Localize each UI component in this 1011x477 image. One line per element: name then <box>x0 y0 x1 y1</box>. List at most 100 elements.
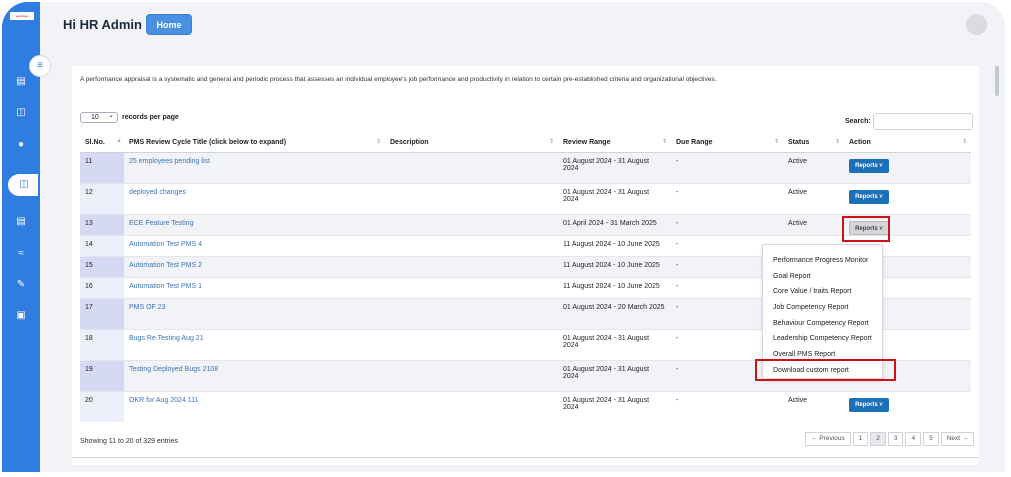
row-action: Reports ˅ <box>844 182 971 214</box>
row-title: ECE Feature Testing <box>124 213 385 235</box>
row-action: Reports ˅ <box>844 390 971 422</box>
row-status: Active <box>783 182 844 214</box>
row-review-range: 01 August 2024 - 31 August 2024 <box>563 188 650 203</box>
chevron-down-icon: ˅ <box>877 401 883 408</box>
avatar[interactable] <box>966 14 987 35</box>
records-per-page-label: records per page <box>122 114 179 121</box>
row-slno: 12 <box>80 182 124 214</box>
sort-icon: ⇕ <box>834 139 840 145</box>
dropdown-item[interactable]: Job Competency Report <box>763 300 882 316</box>
dropdown-item[interactable]: Behaviour Competency Report <box>763 316 882 332</box>
row-title-link[interactable]: deployed changes <box>129 189 186 196</box>
row-status: Active <box>788 396 808 404</box>
row-title: Automation Test PMS 1 <box>124 276 385 298</box>
row-title: Automation Test PMS 4 <box>124 234 385 256</box>
entries-info: Showing 11 to 20 of 329 entries <box>80 438 178 445</box>
scrollbar[interactable] <box>995 66 999 96</box>
row-title: 25 employees pending list <box>124 151 385 183</box>
row-status: Active <box>783 390 844 422</box>
row-review-range: 01 August 2024 - 31 August 2024 <box>558 390 671 422</box>
row-slno: 13 <box>85 219 93 227</box>
search-label: Search: <box>845 118 871 125</box>
sort-icon: ⇕ <box>548 139 554 145</box>
pager-next[interactable]: Next → <box>940 432 975 446</box>
row-title-link[interactable]: OKR for Aug 2024 111 <box>129 397 198 404</box>
col-status[interactable]: Status ⇕ <box>783 134 844 153</box>
pager-page-1[interactable]: 1 <box>852 432 869 446</box>
row-slno: 11 <box>80 151 124 183</box>
row-title: deployed changes <box>124 182 385 214</box>
page-greeting: Hi HR Admin <box>63 17 142 32</box>
col-review-range[interactable]: Review Range ⇕ <box>558 134 671 153</box>
row-title: OKR for Aug 2024 111 <box>124 390 385 422</box>
row-review-range: 11 August 2024 - 10 June 2025 <box>558 276 671 298</box>
row-title-link[interactable]: Automation Test PMS 4 <box>129 241 202 248</box>
pms-icon: ◫ <box>19 179 29 190</box>
row-title-link[interactable]: Automation Test PMS 1 <box>129 283 202 290</box>
row-title-link[interactable]: 25 employees pending list <box>129 158 210 165</box>
card-divider <box>72 457 979 458</box>
chevron-down-icon: ˅ <box>877 162 883 169</box>
reports-button[interactable]: Reports ˅ <box>849 158 889 173</box>
row-due-range: - <box>671 390 783 422</box>
row-status: Active <box>788 188 808 196</box>
col-description[interactable]: Description ⇕ <box>385 134 558 153</box>
reports-button[interactable]: Reports ˅ <box>849 189 889 204</box>
row-slno: 18 <box>80 328 124 360</box>
row-description <box>385 151 558 183</box>
row-title: Automation Test PMS 2 <box>124 255 385 277</box>
row-slno: 15 <box>80 255 124 277</box>
row-due-range: - <box>671 151 783 183</box>
dropdown-item[interactable]: Performance Progress Monitor <box>763 253 882 269</box>
pager-page-5[interactable]: 5 <box>923 432 939 446</box>
row-review-range: 01 August 2024 - 31 August 2024 <box>563 396 650 411</box>
sidebar-toggle-icon[interactable]: ≡ <box>29 55 51 77</box>
row-due-range: - <box>671 213 783 235</box>
row-title-link[interactable]: ECE Feature Testing <box>129 220 193 227</box>
row-due-range: - <box>676 188 679 196</box>
book-icon[interactable]: ◫ <box>14 106 28 120</box>
dropdown-item[interactable]: Core Value / traits Report <box>763 284 882 300</box>
dashboard-icon[interactable]: ▤ <box>14 75 28 89</box>
row-review-range: 11 August 2024 - 10 June 2025 <box>558 255 671 277</box>
search-input[interactable] <box>872 113 973 130</box>
handshake-icon[interactable]: ≈ <box>14 247 28 261</box>
search: Search: <box>845 113 973 130</box>
pager-page-3[interactable]: 3 <box>887 432 904 446</box>
col-due-range[interactable]: Due Range ⇕ <box>671 134 783 153</box>
dropdown-item[interactable]: Leadership Competency Report <box>763 331 882 347</box>
row-title-link[interactable]: PMS OF 23 <box>129 304 166 311</box>
col-action[interactable]: Action ⇕ <box>844 134 971 153</box>
row-review-range: 01 August 2024 - 20 March 2025 <box>558 297 671 329</box>
row-title-link[interactable]: Bugs Re Testing Aug 21 <box>129 335 204 342</box>
row-due-range: - <box>676 396 679 404</box>
row-title-link[interactable]: Testing Deployed Bugs 2108 <box>129 366 218 373</box>
highlight-reports-button <box>842 216 890 242</box>
highlight-download-custom-report <box>755 359 896 381</box>
row-review-range: 01 August 2024 - 20 March 2025 <box>563 303 665 311</box>
checklist-icon[interactable]: ✎ <box>14 278 28 292</box>
sort-asc-icon: ▲ <box>116 138 122 144</box>
row-title-link[interactable]: Automation Test PMS 2 <box>129 262 202 269</box>
dropdown-item[interactable]: Goal Report <box>763 269 882 285</box>
calendar-icon[interactable]: ▣ <box>14 309 28 323</box>
reports-button[interactable]: Reports ˅ <box>849 397 889 412</box>
row-due-range: - <box>676 219 679 227</box>
row-title: PMS OF 23 <box>124 297 385 329</box>
row-slno: 17 <box>85 303 93 311</box>
col-slno[interactable]: Sl.No. ▲ <box>80 134 124 153</box>
pager-page-2[interactable]: 2 <box>870 432 886 446</box>
app-logo: yourlogo <box>10 12 34 20</box>
chart-icon[interactable]: ▤ <box>14 215 28 229</box>
sidebar-item-pms-active[interactable]: ◫ <box>8 174 38 196</box>
row-slno: 20 <box>85 396 93 404</box>
users-icon[interactable]: ● <box>14 138 28 152</box>
pager-previous[interactable]: ← Previous <box>805 432 851 446</box>
pager-page-4[interactable]: 4 <box>905 432 922 446</box>
row-title: Testing Deployed Bugs 2108 <box>124 359 385 391</box>
row-due-range: - <box>676 282 679 290</box>
home-button[interactable]: Home <box>146 14 192 35</box>
row-slno: 14 <box>85 240 93 248</box>
col-title[interactable]: PMS Review Cycle Title (click below to e… <box>124 134 385 153</box>
records-per-page-select[interactable]: 10 <box>80 111 118 123</box>
